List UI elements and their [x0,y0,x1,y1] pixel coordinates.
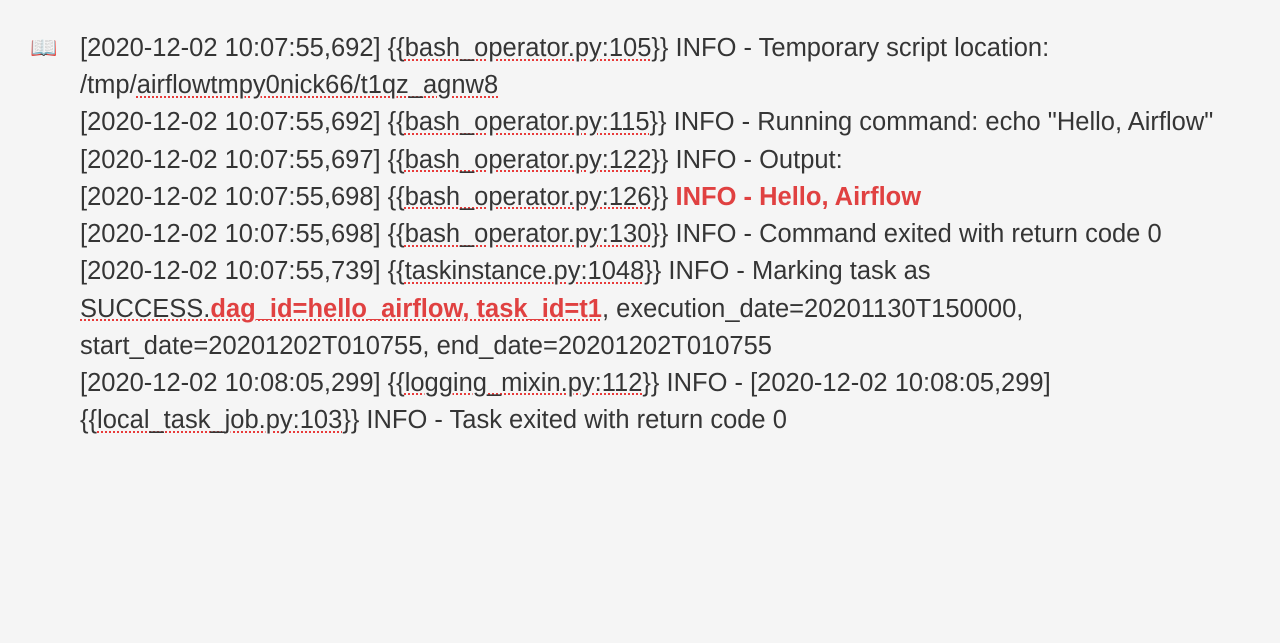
msg-part: }} INFO - Output: [651,146,842,174]
src-file: taskinstance.py:1048 [405,257,645,285]
ts-src: [2020-12-02 10:07:55,697] {{ [80,146,405,174]
log-line-4: [2020-12-02 10:07:55,698] {{bash_operato… [80,179,1250,216]
msg-close: }} [651,183,675,211]
src-file: bash_operator.py:130 [405,220,652,248]
ts-src: [2020-12-02 10:07:55,692] {{ [80,34,405,62]
src-file: bash_operator.py:105 [405,34,652,62]
log-line-1: [2020-12-02 10:07:55,692] {{bash_operato… [80,30,1250,104]
log-text: [2020-12-02 10:07:55,692] {{bash_operato… [80,30,1250,439]
ts-src: [2020-12-02 10:08:05,299] {{ [80,369,405,397]
log-container: 📖 [2020-12-02 10:07:55,692] {{bash_opera… [30,30,1250,439]
src-file: bash_operator.py:126 [405,183,652,211]
msg-part: }} INFO - Marking task as [644,257,930,285]
ts-src: [2020-12-02 10:07:55,698] {{ [80,220,405,248]
bullet-icon: 📖 [30,30,80,64]
src-file: bash_operator.py:115 [405,108,650,136]
log-line-6: [2020-12-02 10:07:55,739] {{taskinstance… [80,253,1250,365]
log-line-7: [2020-12-02 10:08:05,299] {{logging_mixi… [80,365,1250,439]
log-line-2: [2020-12-02 10:07:55,692] {{bash_operato… [80,104,1250,141]
log-line-5: [2020-12-02 10:07:55,698] {{bash_operato… [80,216,1250,253]
msg-part: }} INFO - Running command: echo "Hello, … [650,108,1214,136]
src-file: logging_mixin.py:112 [405,369,643,397]
hello-output: INFO - Hello, Airflow [676,183,922,211]
tmp-path: airflowtmpy0nick66/t1qz_agnw8 [137,71,498,99]
src-file: bash_operator.py:122 [405,146,652,174]
log-line-3: [2020-12-02 10:07:55,697] {{bash_operato… [80,142,1250,179]
msg-end: }} INFO - Task exited with return code 0 [342,406,787,434]
ts-src: [2020-12-02 10:07:55,698] {{ [80,183,405,211]
ts-src: [2020-12-02 10:07:55,692] {{ [80,108,405,136]
msg-part: }} INFO - Command exited with return cod… [651,220,1161,248]
src-file-2: local_task_job.py:103 [97,406,342,434]
ts-src: [2020-12-02 10:07:55,739] {{ [80,257,405,285]
success-word: SUCCESS. [80,295,210,323]
dag-task-id: dag_id=hello_airflow, task_id=t1 [210,295,602,323]
